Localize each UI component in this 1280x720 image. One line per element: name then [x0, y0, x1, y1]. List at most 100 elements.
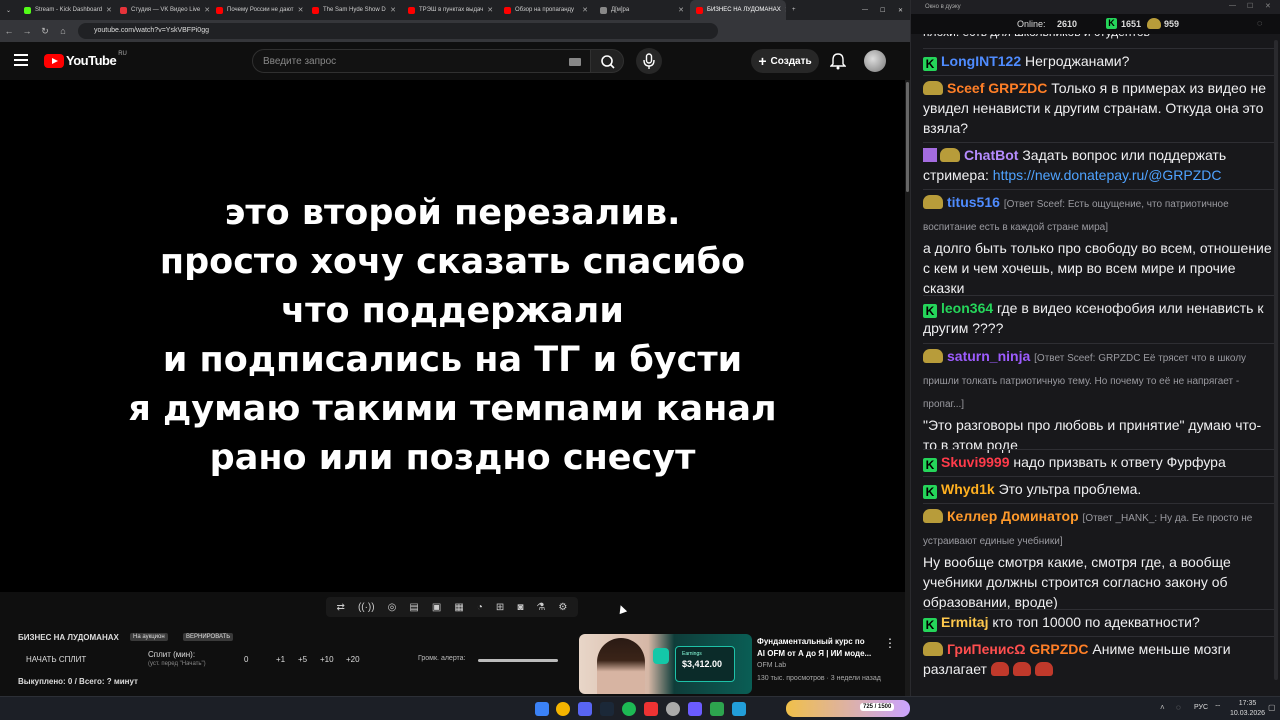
auction-pill[interactable]: На аукцион [130, 633, 168, 641]
kick-badge-icon: K [923, 618, 937, 632]
minimize-button[interactable]: — [1229, 2, 1236, 9]
increment-10-button[interactable]: +10 [320, 655, 334, 664]
kebab-menu-icon[interactable]: ⋮ [884, 636, 896, 650]
increment-20-button[interactable]: +20 [346, 655, 360, 664]
close-tab-icon[interactable]: ✕ [294, 6, 304, 14]
tab-youtube-6[interactable]: Обзор на пропаганду ✕ [498, 0, 594, 20]
wifi-icon[interactable]: ⌔ [1214, 703, 1222, 713]
tab-dmra[interactable]: Д[м]ра ✕ [594, 0, 690, 20]
chat-message: K Whyd1k Это ультра проблема. [923, 476, 1275, 499]
kick-badge-icon: K [923, 57, 937, 71]
home-icon[interactable]: ⌂ [54, 26, 72, 36]
flask-icon[interactable]: ⚗ [536, 602, 545, 613]
alert-volume-slider[interactable] [478, 659, 558, 662]
browser-tab-bar: ⌄ Stream - Kick Dashboard ✕ Студия — VK В… [0, 0, 910, 20]
camera-icon[interactable]: ◙ [517, 602, 523, 613]
close-tab-icon[interactable]: ✕ [102, 6, 112, 14]
gear-icon[interactable]: ⚙ [558, 602, 567, 613]
split-panel-title: БИЗНЕС НА ЛУДОМАНАХ [18, 633, 119, 642]
avatar[interactable] [864, 50, 886, 72]
maximize-button[interactable]: ☐ [1247, 2, 1253, 10]
language-indicator[interactable]: РУС [1194, 704, 1208, 711]
youtube-icon [312, 6, 319, 14]
chat-message: saturn_ninja [Ответ Sceef: GRPZDC Её тря… [923, 343, 1275, 455]
subtitles-icon[interactable]: ▦ [454, 602, 463, 613]
app-icon[interactable] [644, 702, 658, 716]
youtube-icon [696, 6, 703, 14]
chat-message: ChatBot Задать вопрос или поддержать стр… [923, 142, 1275, 185]
create-button[interactable]: + Создать [751, 49, 819, 73]
obs-icon[interactable] [666, 702, 680, 716]
recommendation-title[interactable]: Фундаментальный курс по AI OFM от А до Я… [757, 636, 882, 660]
tab-kick-dashboard[interactable]: Stream - Kick Dashboard ✕ [18, 0, 114, 20]
steam-icon[interactable] [600, 702, 614, 716]
discord-icon[interactable] [578, 702, 592, 716]
clapper-icon[interactable]: ▤ [409, 602, 418, 613]
tab-youtube-3[interactable]: Почему России не дают ✕ [210, 0, 306, 20]
thumbnail-logo-icon [653, 648, 669, 664]
hamburger-menu-icon[interactable] [14, 54, 28, 66]
youtube-logo[interactable]: YouTube RU [44, 51, 127, 68]
increment-1-button[interactable]: +1 [276, 655, 285, 664]
keyboard-icon[interactable] [569, 58, 581, 66]
youtube-header: YouTube RU Введите запрос + Создать [0, 42, 905, 80]
start-split-button[interactable]: НАЧАТЬ СПЛИТ [26, 655, 86, 664]
split-hint: (уст. перед "Начать") [148, 661, 206, 667]
chat-message: titus516 [Ответ Sceef: Есть ощущение, чт… [923, 189, 1275, 298]
add-icon[interactable]: ⊞ [496, 602, 504, 613]
video-player[interactable]: это второй перезалив. просто хочу сказат… [0, 80, 905, 592]
close-window-button[interactable]: ✕ [892, 0, 910, 20]
chat-message: K LongINT122 Негроджанами? [923, 48, 1275, 71]
notifications-bell-icon[interactable] [829, 52, 847, 70]
tab-youtube-5[interactable]: ТРЭШ в пунктах выдач ✕ [402, 0, 498, 20]
microphone-icon [643, 53, 655, 69]
online-label: Online: [1017, 19, 1046, 29]
search-button[interactable] [590, 49, 624, 73]
back-icon[interactable]: ← [0, 26, 18, 36]
close-window-button[interactable]: ✕ [1265, 2, 1271, 10]
tab-active[interactable]: БИЗНЕС НА ЛУДОМАНАХ✕ [690, 0, 786, 20]
picture-in-picture-icon[interactable]: ▣ [432, 602, 441, 613]
emote-icon [1012, 662, 1031, 676]
settings-icon[interactable]: ◌ [1257, 18, 1262, 28]
chat-scrollbar[interactable] [1274, 40, 1278, 680]
tab-vk-studio[interactable]: Студия — VK Видео Live ✕ [114, 0, 210, 20]
watch-later-icon[interactable]: ◎ [388, 602, 397, 613]
chrome-icon[interactable] [556, 702, 570, 716]
telegram-icon[interactable] [732, 702, 746, 716]
app-icon[interactable] [688, 702, 702, 716]
network-icon[interactable]: ◌ [1176, 703, 1181, 712]
new-tab-button[interactable]: + [786, 0, 804, 20]
meme-party-widget[interactable]: 725 / 1500 [786, 700, 910, 717]
split-value[interactable]: 0 [244, 655, 248, 664]
recommendation-thumbnail[interactable]: Earnings $3,412.00 [579, 634, 752, 694]
tab-youtube-4[interactable]: The Sam Hyde Show D ✕ [306, 0, 402, 20]
close-tab-icon[interactable]: ✕ [200, 6, 210, 14]
voice-search-button[interactable] [636, 48, 662, 74]
audio-icon[interactable]: ((·)) [358, 602, 375, 613]
spotify-icon[interactable] [622, 702, 636, 716]
close-tab-icon[interactable]: ✕ [386, 6, 396, 14]
clock[interactable]: 17:35 10.03.2026 [1230, 699, 1265, 719]
kick-badge-icon: K [923, 485, 937, 499]
speed-icon[interactable]: ◔ [477, 602, 483, 613]
increment-5-button[interactable]: +5 [298, 655, 307, 664]
app-icon[interactable] [710, 702, 724, 716]
maximize-button[interactable]: ☐ [874, 0, 892, 20]
url-field[interactable]: youtube.com/watch?v=YskVBFPi0gg [78, 23, 718, 39]
forward-icon[interactable]: → [18, 26, 36, 36]
chat-window: Окно в дуэку — ☐ ✕ Online: 2610 K 1651 9… [910, 0, 1280, 696]
chevron-up-icon[interactable]: ˄ [1160, 703, 1165, 712]
reload-icon[interactable]: ↻ [36, 26, 54, 37]
revert-pill[interactable]: ВЕРНИРОВАТЬ [183, 633, 234, 641]
tab-menu-button[interactable]: ⌄ [0, 0, 18, 20]
notification-icon[interactable]: ▢ [1268, 703, 1276, 712]
windows-start-icon[interactable] [535, 702, 549, 716]
close-tab-icon[interactable]: ✕ [483, 6, 493, 14]
minimize-button[interactable]: — [856, 0, 874, 20]
loop-icon[interactable]: ⇄ [337, 602, 345, 613]
close-tab-icon[interactable]: ✕ [674, 6, 684, 14]
recommendation-channel[interactable]: OFM Lab [757, 662, 786, 669]
search-input[interactable]: Введите запрос [252, 49, 592, 73]
close-tab-icon[interactable]: ✕ [578, 6, 588, 14]
